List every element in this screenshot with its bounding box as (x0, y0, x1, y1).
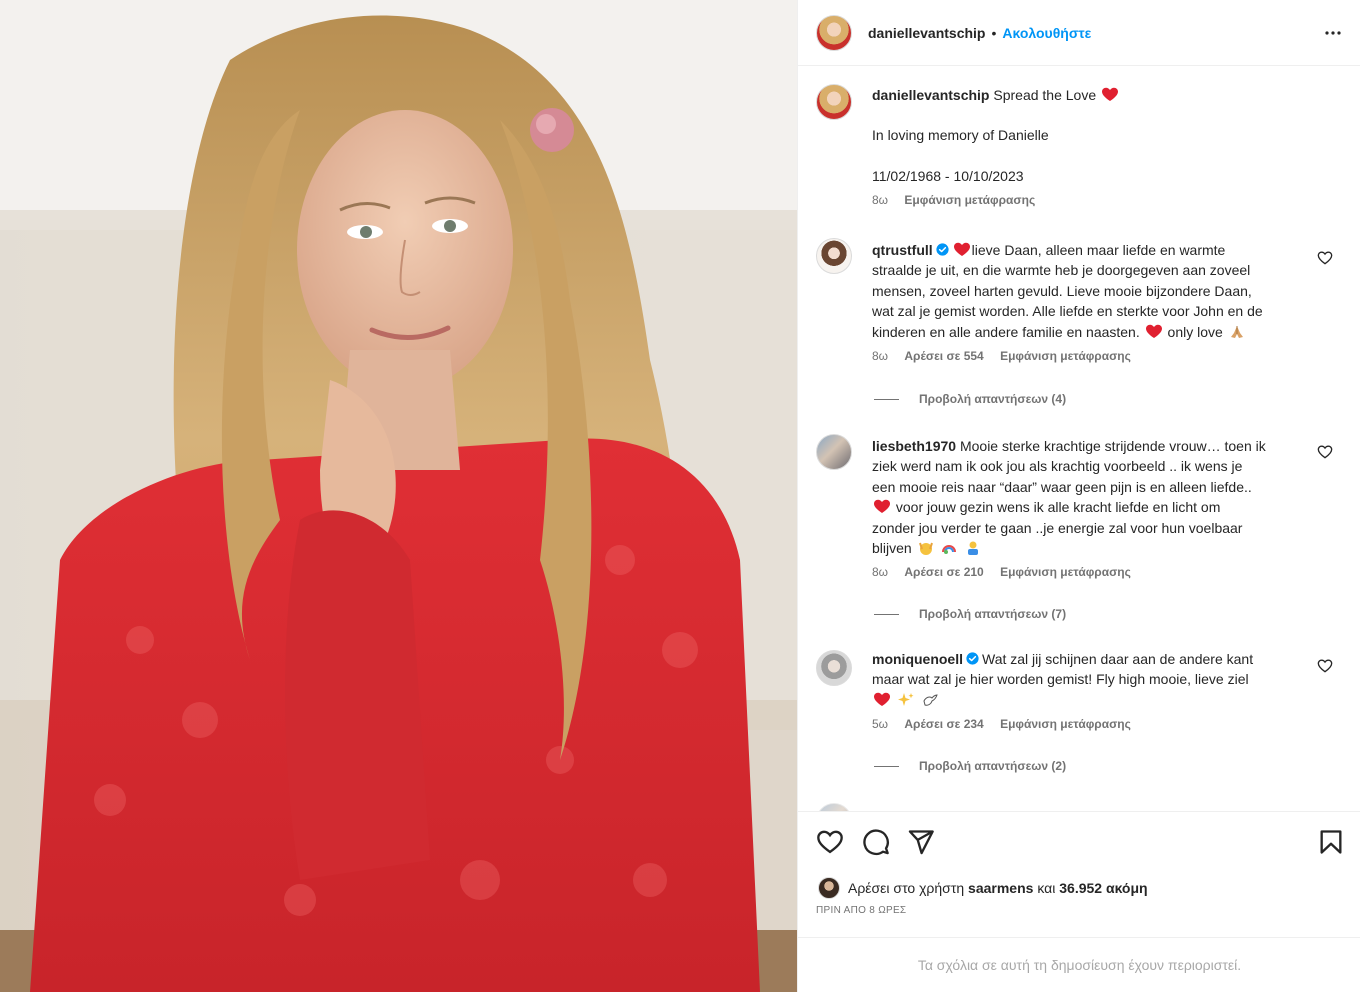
likes-conj: και (1037, 880, 1056, 896)
post-photo[interactable] (0, 0, 797, 992)
view-replies-label: Προβολή απαντήσεων (2) (919, 759, 1067, 773)
comment-like-heart-icon[interactable] (1317, 250, 1333, 266)
caption-meta: 8ω Εμφάνιση μετάφρασης (872, 192, 1318, 208)
comment-time: 8ω (872, 565, 889, 580)
comment-text-line: zonder jou verder te gaan ..je energie z… (872, 519, 1243, 536)
comment-bubble-icon[interactable] (862, 828, 890, 856)
raised-hands-emoji-icon (918, 542, 933, 556)
comment-time: 5ω (872, 717, 889, 732)
liker-username[interactable]: saarmens (968, 880, 1033, 896)
comment-avatar[interactable] (816, 434, 852, 470)
comment-username[interactable]: moniquenoell (872, 651, 963, 667)
comment-text-line: een mooie reis naar “daar” waar geen pij… (872, 478, 1252, 495)
heart-outline-icon[interactable] (816, 828, 844, 856)
rainbow-emoji-icon (942, 545, 957, 555)
comment-text-line: lieve Daan, alleen maar liefde en warmte (971, 242, 1226, 258)
comment-item: moniquenoell Wat zal jij schijnen daar aa… (816, 650, 1343, 780)
header-separator: • (991, 24, 997, 41)
comment-meta: 5ω Αρέσει σε 234 Εμφάνιση μετάφρασης (872, 716, 1318, 732)
comment-like-heart-icon[interactable] (1317, 444, 1333, 460)
comment-body: moniquenoell Wat zal jij schijnen daar aa… (872, 649, 1318, 732)
comments-restricted-notice: Τα σχόλια σε αυτή τη δημοσίευση έχουν πε… (798, 937, 1360, 992)
likes-count[interactable]: 36.952 ακόμη (1059, 880, 1147, 896)
red-heart-emoji-icon (1145, 324, 1162, 338)
post-timestamp[interactable]: ΠΡΙΝ ΑΠΟ 8 ΩΡΕΣ (816, 905, 906, 916)
paper-plane-icon[interactable] (907, 828, 935, 856)
author-username[interactable]: daniellevantschip (868, 25, 985, 41)
replies-divider (874, 765, 899, 767)
verified-badge-icon (936, 243, 949, 256)
comment-meta: 8ω Αρέσει σε 554 Εμφάνιση μετάφρασης (872, 348, 1318, 364)
author-avatar[interactable] (816, 14, 852, 51)
comment-text-line: kinderen en alle andere familie en naast… (872, 323, 1140, 340)
comment-item: qtrustfull lieve Daan, alleen maar liefde… (816, 238, 1343, 408)
caption-dates: 11/02/1968 - 10/10/2023 (872, 167, 1024, 184)
person-emoji-icon (968, 541, 979, 556)
caption-username[interactable]: daniellevantschip (872, 87, 989, 103)
comment-avatar[interactable] (816, 803, 852, 811)
portrait-illustration (0, 0, 797, 992)
liker-avatar[interactable] (818, 877, 840, 899)
comment-text-line: blijven (872, 540, 912, 557)
comments-list[interactable]: daniellevantschip Spread the Love In lov… (798, 66, 1360, 811)
follow-button[interactable]: Ακολουθήστε (1002, 25, 1091, 41)
sparkles-emoji-icon (897, 692, 914, 706)
comment-text-line: mensen, zoveel harten gevuld. Lieve mooi… (872, 282, 1252, 299)
comment-text-line: ziek werd nam ik ook jou als krachtig vo… (872, 458, 1243, 475)
comment-text-line: straalde je uit, en die warmte heb je do… (872, 262, 1251, 279)
comment-translate-link[interactable]: Εμφάνιση μετάφρασης (1000, 349, 1131, 363)
likes-summary[interactable]: Αρέσει στο χρήστη saarmens και 36.952 ακ… (818, 877, 1148, 899)
comment-translate-link[interactable]: Εμφάνιση μετάφρασης (1000, 717, 1131, 731)
comment-time: 8ω (872, 349, 889, 364)
comment-avatar[interactable] (816, 650, 852, 686)
red-heart-emoji-icon (953, 242, 970, 256)
red-heart-emoji-icon (874, 499, 890, 514)
caption-body: daniellevantschip Spread the Love In lov… (872, 85, 1318, 208)
view-replies-label: Προβολή απαντήσεων (4) (919, 392, 1067, 406)
verified-badge-icon (966, 652, 979, 665)
comment-item: liesbeth1970 Mooie sterke krachtige stri… (816, 434, 1343, 621)
red-heart-emoji-icon (874, 692, 890, 706)
red-heart-emoji-icon (1102, 87, 1119, 101)
view-replies-button[interactable]: Προβολή απαντήσεων (4) (874, 392, 1066, 406)
comment-username[interactable]: qtrustfull (872, 242, 933, 258)
more-options-icon[interactable] (1321, 21, 1345, 45)
caption-memorial-line: In loving memory of Danielle (872, 127, 1049, 144)
comment-text-line: Wat zal jij schijnen daar aan de andere … (982, 651, 1254, 667)
comment-text-line: Mooie sterke krachtige strijdende vrouw…… (959, 438, 1266, 454)
comment-meta: 8ω Αρέσει σε 210 Εμφάνιση μετάφρασης (872, 564, 1318, 580)
comment-avatar[interactable] (816, 238, 852, 274)
comment-text-line: maar wat zal je hier worden gemist! Fly … (872, 671, 1249, 688)
replies-divider (874, 398, 899, 400)
comment-text-line: only love (1167, 323, 1223, 340)
action-bar: Αρέσει στο χρήστη saarmens και 36.952 ακ… (798, 811, 1360, 937)
caption: daniellevantschip Spread the Love In lov… (816, 84, 1343, 224)
comment-body: qtrustfull lieve Daan, alleen maar liefde… (872, 240, 1318, 364)
view-replies-label: Προβολή απαντήσεων (7) (919, 607, 1067, 621)
comment-like-heart-icon[interactable] (1317, 658, 1333, 674)
instagram-post: daniellevantschip • Ακολουθήστε danielle… (0, 0, 1360, 992)
caption-avatar[interactable] (816, 84, 852, 120)
comment-username[interactable]: liesbeth1970 (872, 438, 956, 454)
comment-likes-count[interactable]: Αρέσει σε 210 (904, 565, 983, 579)
likes-prefix: Αρέσει στο χρήστη (848, 880, 965, 896)
caption-text: Spread the Love (993, 87, 1097, 103)
post-header: daniellevantschip • Ακολουθήστε (798, 0, 1360, 66)
caption-time: 8ω (872, 193, 889, 208)
comment-translate-link[interactable]: Εμφάνιση μετάφρασης (1000, 565, 1131, 579)
comment-text-line: wat zal je gemist worden. Alle liefde en… (872, 303, 1263, 320)
post-side-panel: daniellevantschip • Ακολουθήστε danielle… (797, 0, 1360, 992)
comment-likes-count[interactable]: Αρέσει σε 554 (904, 349, 983, 363)
view-replies-button[interactable]: Προβολή απαντήσεων (7) (874, 607, 1066, 621)
comment-item-partial (816, 803, 1343, 811)
comment-likes-count[interactable]: Αρέσει σε 234 (904, 717, 983, 731)
view-replies-button[interactable]: Προβολή απαντήσεων (2) (874, 759, 1066, 773)
replies-divider (874, 613, 899, 615)
caption-translate-link[interactable]: Εμφάνιση μετάφρασης (904, 193, 1035, 207)
comment-body: liesbeth1970 Mooie sterke krachtige stri… (872, 436, 1318, 580)
comment-text-line: voor jouw gezin wens ik alle kracht lief… (895, 499, 1221, 516)
praying-hands-emoji-icon (1230, 325, 1243, 338)
dove-emoji-icon (923, 694, 938, 706)
bookmark-icon[interactable] (1317, 828, 1345, 856)
